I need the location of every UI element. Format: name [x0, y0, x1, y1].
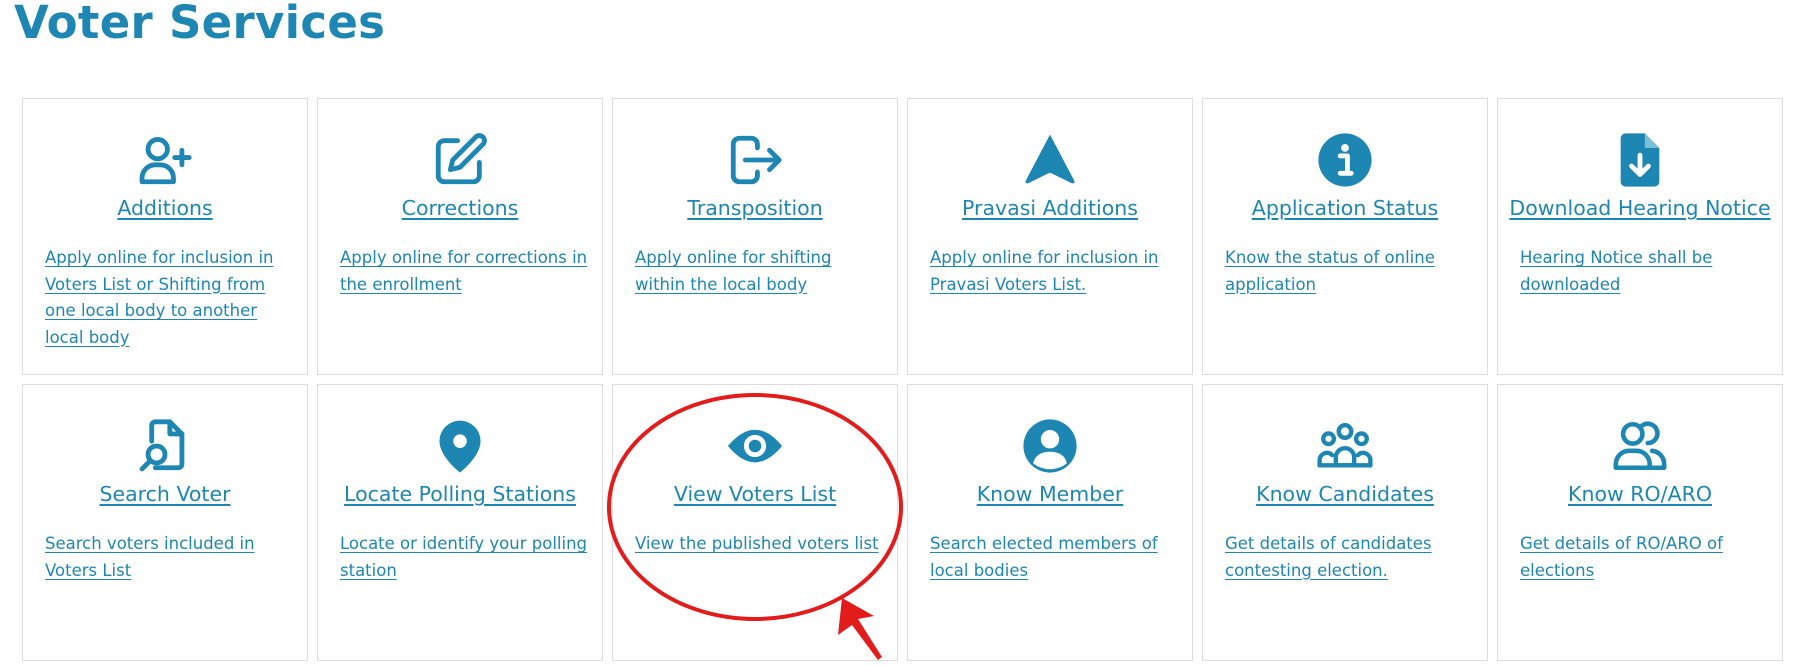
users-icon	[1498, 417, 1782, 475]
card-title[interactable]: Know Candidates	[1203, 482, 1487, 506]
info-icon	[1203, 131, 1487, 189]
card-description[interactable]: Apply online for corrections in the enro…	[340, 245, 588, 298]
card-know-candidates[interactable]: Know Candidates Get details of candidate…	[1202, 384, 1488, 661]
card-title[interactable]: Know Member	[908, 482, 1192, 506]
card-title[interactable]: Transposition	[613, 196, 897, 220]
card-title[interactable]: Know RO/ARO	[1498, 482, 1782, 506]
card-title[interactable]: Download Hearing Notice	[1498, 196, 1782, 220]
card-description[interactable]: Locate or identify your polling station	[340, 531, 588, 584]
card-view-voters-list[interactable]: View Voters List View the published vote…	[612, 384, 898, 661]
card-know-ro-aro[interactable]: Know RO/ARO Get details of RO/ARO of ele…	[1497, 384, 1783, 661]
card-pravasi-additions[interactable]: Pravasi Additions Apply online for inclu…	[907, 98, 1193, 375]
card-title[interactable]: Search Voter	[23, 482, 307, 506]
card-search-voter[interactable]: Search Voter Search voters included in V…	[22, 384, 308, 661]
card-corrections[interactable]: Corrections Apply online for corrections…	[317, 98, 603, 375]
card-description[interactable]: Apply online for inclusion in Voters Lis…	[45, 245, 293, 351]
transfer-icon	[613, 131, 897, 189]
navigation-arrow-icon	[908, 131, 1192, 189]
edit-icon	[318, 131, 602, 189]
card-description[interactable]: Get details of candidates contesting ele…	[1225, 531, 1473, 584]
card-title[interactable]: Corrections	[318, 196, 602, 220]
eye-icon	[613, 417, 897, 475]
card-locate-polling-stations[interactable]: Locate Polling Stations Locate or identi…	[317, 384, 603, 661]
card-title[interactable]: Additions	[23, 196, 307, 220]
add-user-icon	[23, 131, 307, 189]
card-description[interactable]: View the published voters list	[635, 531, 883, 558]
card-description[interactable]: Search voters included in Voters List	[45, 531, 293, 584]
card-description[interactable]: Search elected members of local bodies	[930, 531, 1178, 584]
card-title[interactable]: View Voters List	[613, 482, 897, 506]
card-download-hearing-notice[interactable]: Download Hearing Notice Hearing Notice s…	[1497, 98, 1783, 375]
card-additions[interactable]: Additions Apply online for inclusion in …	[22, 98, 308, 375]
card-know-member[interactable]: Know Member Search elected members of lo…	[907, 384, 1193, 661]
card-description[interactable]: Apply online for shifting within the loc…	[635, 245, 883, 298]
card-description[interactable]: Hearing Notice shall be downloaded	[1520, 245, 1768, 298]
card-title[interactable]: Pravasi Additions	[908, 196, 1192, 220]
card-application-status[interactable]: Application Status Know the status of on…	[1202, 98, 1488, 375]
group-icon	[1203, 417, 1487, 475]
card-title[interactable]: Application Status	[1203, 196, 1487, 220]
map-pin-icon	[318, 417, 602, 475]
user-circle-icon	[908, 417, 1192, 475]
page-title: Voter Services	[14, 0, 386, 49]
services-grid: Additions Apply online for inclusion in …	[22, 98, 1783, 661]
card-description[interactable]: Apply online for inclusion in Pravasi Vo…	[930, 245, 1178, 298]
file-search-icon	[23, 417, 307, 475]
card-transposition[interactable]: Transposition Apply online for shifting …	[612, 98, 898, 375]
card-description[interactable]: Get details of RO/ARO of elections	[1520, 531, 1768, 584]
card-description[interactable]: Know the status of online application	[1225, 245, 1473, 298]
card-title[interactable]: Locate Polling Stations	[318, 482, 602, 506]
file-download-icon	[1498, 131, 1782, 189]
